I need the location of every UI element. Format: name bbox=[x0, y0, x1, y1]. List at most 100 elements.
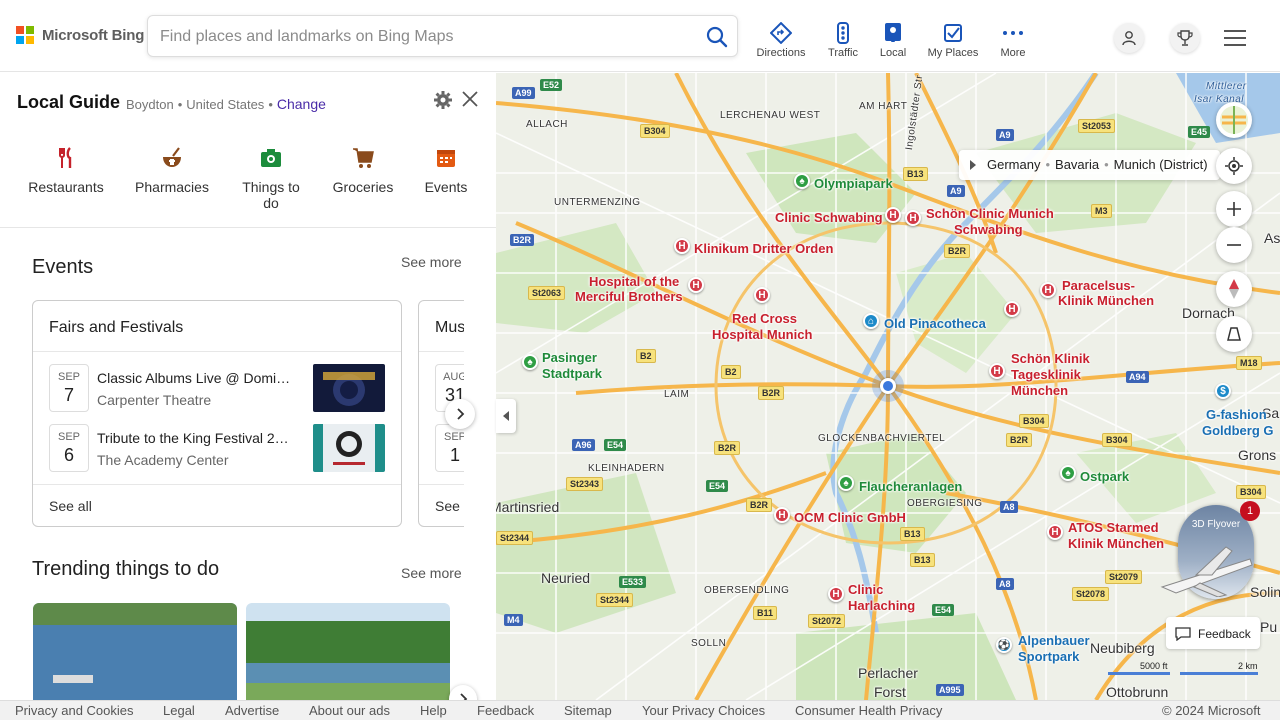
trending-see-more-link[interactable]: See more bbox=[401, 565, 462, 581]
map-feedback-button[interactable]: Feedback bbox=[1166, 617, 1260, 649]
account-button[interactable] bbox=[1114, 23, 1144, 53]
category-restaurants[interactable]: Restaurants bbox=[24, 147, 108, 195]
poi-label[interactable]: Merciful Brothers bbox=[575, 289, 683, 304]
caret-right-icon[interactable] bbox=[969, 160, 977, 170]
poi-label[interactable]: G-fashion bbox=[1206, 407, 1267, 422]
3d-flyover-button[interactable]: 3D Flyover 1 bbox=[1160, 501, 1260, 599]
poi-label[interactable]: Old Pinacotheca bbox=[884, 316, 986, 331]
poi-label[interactable]: OCM Clinic GmbH bbox=[794, 510, 906, 525]
poi-label[interactable]: Schwabing bbox=[954, 222, 1023, 237]
category-events[interactable]: Events bbox=[416, 147, 476, 195]
nav-more[interactable]: More bbox=[983, 22, 1043, 59]
hospital-pin-icon[interactable]: H bbox=[885, 207, 901, 223]
footer-link[interactable]: About our ads bbox=[309, 703, 390, 718]
poi-label[interactable]: Paracelsus- bbox=[1062, 278, 1135, 293]
footer-link[interactable]: Legal bbox=[163, 703, 195, 718]
category-groceries[interactable]: Groceries bbox=[324, 147, 402, 195]
nav-local[interactable]: Local bbox=[863, 22, 923, 59]
poi-label[interactable]: Olympiapark bbox=[814, 176, 893, 191]
sports-pin-icon[interactable]: ⚽ bbox=[996, 637, 1012, 653]
tilt-button[interactable] bbox=[1216, 316, 1252, 352]
locate-me-button[interactable] bbox=[1216, 148, 1252, 184]
category-things-to-do[interactable]: Things to do bbox=[236, 147, 306, 211]
poi-label[interactable]: Pasinger bbox=[542, 350, 597, 365]
poi-label[interactable]: Sportpark bbox=[1018, 649, 1079, 664]
park-pin-icon[interactable]: ♠ bbox=[522, 354, 538, 370]
hospital-pin-icon[interactable]: H bbox=[754, 287, 770, 303]
hospital-pin-icon[interactable]: H bbox=[1004, 301, 1020, 317]
events-next-button[interactable] bbox=[445, 399, 475, 429]
footer-link[interactable]: Sitemap bbox=[564, 703, 612, 718]
trending-thumbnail-image[interactable] bbox=[246, 603, 450, 700]
event-name[interactable]: Tribute to the King Festival 2… bbox=[97, 430, 293, 446]
event-thumbnail-image[interactable] bbox=[313, 364, 385, 412]
shopping-pin-icon[interactable]: $ bbox=[1215, 383, 1231, 399]
poi-label[interactable]: München bbox=[1011, 383, 1068, 398]
trending-thumbnail-image[interactable] bbox=[33, 603, 237, 700]
map-canvas[interactable]: A99 E52 B304 A9 St2053 E45 B13 A9 M3 B2R… bbox=[496, 73, 1280, 700]
park-pin-icon[interactable]: ♠ bbox=[794, 173, 810, 189]
search-icon[interactable] bbox=[705, 25, 729, 49]
park-pin-icon[interactable]: ♠ bbox=[1060, 465, 1076, 481]
compass-button[interactable] bbox=[1216, 271, 1252, 307]
see-all-link[interactable]: See bbox=[435, 498, 460, 514]
footer-link[interactable]: Privacy and Cookies bbox=[15, 703, 134, 718]
zoom-out-button[interactable] bbox=[1216, 227, 1252, 263]
hospital-pin-icon[interactable]: H bbox=[688, 277, 704, 293]
hospital-pin-icon[interactable]: H bbox=[674, 238, 690, 254]
museum-pin-icon[interactable]: ⌂ bbox=[863, 313, 879, 329]
event-item[interactable]: SEP 6 Tribute to the King Festival 2… The… bbox=[49, 424, 389, 474]
poi-label[interactable]: Harlaching bbox=[848, 598, 915, 613]
map-style-button[interactable] bbox=[1216, 102, 1252, 138]
poi-label[interactable]: Klinik München bbox=[1068, 536, 1164, 551]
change-location-link[interactable]: Change bbox=[277, 96, 326, 112]
footer-link[interactable]: Feedback bbox=[477, 703, 534, 718]
nav-directions[interactable]: Directions bbox=[751, 22, 811, 59]
hospital-pin-icon[interactable]: H bbox=[905, 210, 921, 226]
poi-label[interactable]: Schön Clinic Munich bbox=[926, 206, 1054, 221]
poi-label[interactable]: Red Cross bbox=[732, 311, 797, 326]
event-name[interactable]: Classic Albums Live @ Domi… bbox=[97, 370, 293, 386]
poi-label[interactable]: Tagesklinik bbox=[1011, 367, 1081, 382]
settings-gear-icon[interactable] bbox=[433, 90, 453, 110]
footer-link[interactable]: Help bbox=[420, 703, 447, 718]
footer-link[interactable]: Consumer Health Privacy bbox=[795, 703, 942, 718]
bing-logo[interactable]: Microsoft Bing bbox=[16, 26, 144, 44]
poi-label[interactable]: Clinic Schwabing bbox=[775, 210, 883, 225]
poi-label[interactable]: Klinik München bbox=[1058, 293, 1154, 308]
hospital-pin-icon[interactable]: H bbox=[774, 507, 790, 523]
search-input[interactable] bbox=[160, 26, 680, 48]
see-all-link[interactable]: See all bbox=[49, 498, 92, 514]
collapse-panel-button[interactable] bbox=[496, 399, 516, 433]
poi-label[interactable]: Clinic bbox=[848, 582, 883, 597]
event-thumbnail-image[interactable] bbox=[313, 424, 385, 472]
category-pharmacies[interactable]: Pharmacies bbox=[130, 147, 214, 195]
poi-label[interactable]: Alpenbauer bbox=[1018, 633, 1090, 648]
breadcrumb-country[interactable]: Germany bbox=[987, 157, 1040, 172]
search-box[interactable] bbox=[147, 15, 738, 57]
hospital-pin-icon[interactable]: H bbox=[1040, 282, 1056, 298]
poi-label[interactable]: Hospital of the bbox=[589, 274, 679, 289]
breadcrumb-district[interactable]: Munich (District) bbox=[1114, 157, 1208, 172]
park-pin-icon[interactable]: ♠ bbox=[838, 475, 854, 491]
close-icon[interactable] bbox=[460, 89, 480, 109]
poi-label[interactable]: Ostpark bbox=[1080, 469, 1129, 484]
event-item[interactable]: SEP 7 Classic Albums Live @ Domi… Carpent… bbox=[49, 364, 389, 414]
poi-label[interactable]: ATOS Starmed bbox=[1068, 520, 1159, 535]
hospital-pin-icon[interactable]: H bbox=[989, 363, 1005, 379]
zoom-in-button[interactable] bbox=[1216, 191, 1252, 227]
rewards-button[interactable] bbox=[1170, 23, 1200, 53]
poi-label[interactable]: Klinikum Dritter Orden bbox=[694, 241, 833, 256]
poi-label[interactable]: Hospital Munich bbox=[712, 327, 812, 342]
footer-link[interactable]: Your Privacy Choices bbox=[642, 703, 765, 718]
footer-link[interactable]: Advertise bbox=[225, 703, 279, 718]
poi-label[interactable]: Schön Klinik bbox=[1011, 351, 1090, 366]
breadcrumb-region[interactable]: Bavaria bbox=[1055, 157, 1099, 172]
poi-label[interactable]: Stadtpark bbox=[542, 366, 602, 381]
nav-my-places[interactable]: My Places bbox=[923, 22, 983, 59]
poi-label[interactable]: Goldberg G bbox=[1202, 423, 1274, 438]
hospital-pin-icon[interactable]: H bbox=[828, 586, 844, 602]
menu-icon[interactable] bbox=[1224, 30, 1246, 46]
hospital-pin-icon[interactable]: H bbox=[1047, 524, 1063, 540]
events-see-more-link[interactable]: See more bbox=[401, 254, 462, 270]
